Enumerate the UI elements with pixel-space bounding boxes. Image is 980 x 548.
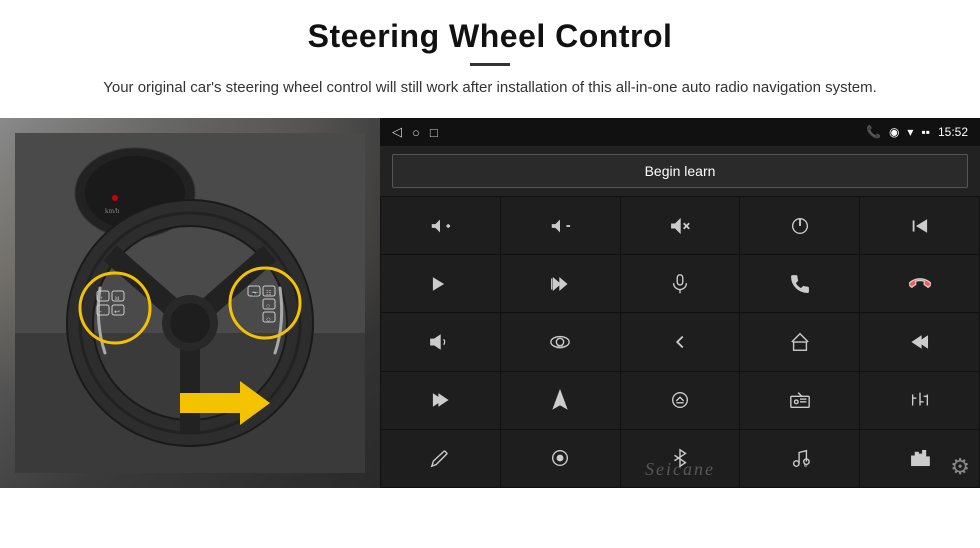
rewind-button[interactable] <box>860 313 979 370</box>
svg-text:M: M <box>115 297 120 302</box>
location-icon: ◉ <box>889 125 899 139</box>
bluetooth-button[interactable] <box>621 430 740 487</box>
back-button[interactable] <box>621 313 740 370</box>
control-grid: 360° <box>380 196 980 488</box>
status-bar-right: 📞 ◉ ▾ ▪▪ 15:52 <box>866 125 968 139</box>
svg-text:📷: 📷 <box>252 291 258 297</box>
car-image-section: km/h <box>0 118 380 488</box>
svg-text:○: ○ <box>266 302 270 310</box>
fast-skip-button[interactable] <box>381 372 500 429</box>
eject-button[interactable] <box>621 372 740 429</box>
title-divider <box>470 63 510 66</box>
home-button[interactable] <box>740 313 859 370</box>
music-settings-button[interactable]: ⚙ <box>740 430 859 487</box>
mic-button[interactable] <box>621 255 740 312</box>
pen-button[interactable] <box>381 430 500 487</box>
content-row: km/h <box>0 118 980 488</box>
begin-learn-area: Begin learn <box>380 146 980 196</box>
gear-icon[interactable]: ⚙ <box>950 454 970 480</box>
navigate-button[interactable] <box>501 372 620 429</box>
recents-nav-icon[interactable]: □ <box>430 125 438 140</box>
page-container: Steering Wheel Control Your original car… <box>0 0 980 548</box>
horn-button[interactable] <box>381 313 500 370</box>
svg-text:km/h: km/h <box>105 207 120 215</box>
eq-settings-button[interactable] <box>860 372 979 429</box>
android-screen-wrapper: ◁ ○ □ 📞 ◉ ▾ ▪▪ 15:52 Begin learn <box>380 118 980 488</box>
page-title: Steering Wheel Control <box>60 18 920 55</box>
steering-wheel-image: km/h <box>15 133 365 473</box>
vol-up-button[interactable] <box>381 197 500 254</box>
svg-text:360°: 360° <box>557 344 566 349</box>
fast-forward-button[interactable] <box>501 255 620 312</box>
android-screen: ◁ ○ □ 📞 ◉ ▾ ▪▪ 15:52 Begin learn <box>380 118 980 488</box>
vol-down-button[interactable] <box>501 197 620 254</box>
end-call-button[interactable] <box>860 255 979 312</box>
camera-360-button[interactable]: 360° <box>501 313 620 370</box>
svg-text:☷: ☷ <box>266 290 271 297</box>
battery-icon: ▪▪ <box>921 125 930 139</box>
radio-button[interactable] <box>740 372 859 429</box>
subtitle: Your original car's steering wheel contr… <box>100 76 880 100</box>
home-nav-icon[interactable]: ○ <box>412 125 420 140</box>
back-nav-icon[interactable]: ◁ <box>392 124 402 140</box>
phone-status-icon: 📞 <box>866 125 881 139</box>
nav-icons: ◁ ○ □ <box>392 124 438 140</box>
svg-text:↩: ↩ <box>114 308 120 316</box>
clock: 15:52 <box>938 125 968 139</box>
next-track-button[interactable] <box>381 255 500 312</box>
svg-text:◇: ◇ <box>266 317 271 323</box>
ok-button[interactable] <box>501 430 620 487</box>
header-section: Steering Wheel Control Your original car… <box>0 0 980 110</box>
power-button[interactable] <box>740 197 859 254</box>
svg-text:-: - <box>99 307 102 316</box>
begin-learn-button[interactable]: Begin learn <box>392 154 968 188</box>
wifi-icon: ▾ <box>907 125 913 139</box>
prev-track-button[interactable] <box>860 197 979 254</box>
status-bar: ◁ ○ □ 📞 ◉ ▾ ▪▪ 15:52 <box>380 118 980 146</box>
phone-call-button[interactable] <box>740 255 859 312</box>
mute-button[interactable] <box>621 197 740 254</box>
